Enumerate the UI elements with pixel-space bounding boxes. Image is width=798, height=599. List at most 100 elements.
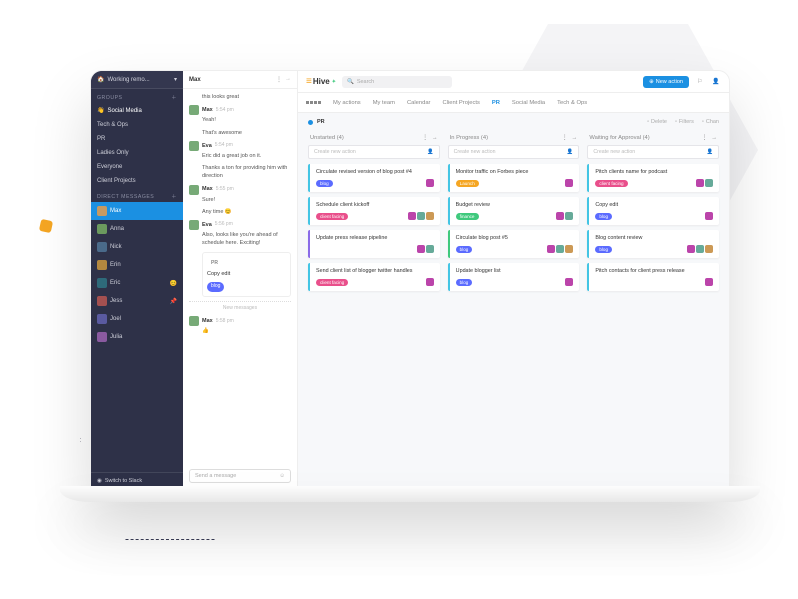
column-title: Unstarted (4)	[310, 135, 344, 141]
create-action-input[interactable]: Create new action 👤	[587, 145, 719, 159]
nav-tab[interactable]: Social Media	[512, 100, 545, 106]
nav-tab[interactable]: My actions	[333, 100, 361, 106]
chat-message: That's awesome	[189, 129, 291, 137]
kanban-card[interactable]: Update blogger listblog	[448, 263, 580, 291]
sidebar-dm-item[interactable]: Nick	[91, 238, 183, 256]
sidebar-dm-item[interactable]: Erin	[91, 256, 183, 274]
plus-icon: ⊕	[649, 79, 654, 85]
nav-tab[interactable]: Client Projects	[442, 100, 479, 106]
avatar	[705, 212, 713, 220]
msg-time: 5:55 pm	[216, 186, 234, 194]
card-tag: client facing	[595, 180, 627, 187]
attachment-tag: blog	[207, 282, 224, 292]
column-collapse-icon[interactable]: →	[572, 135, 578, 141]
kanban-card[interactable]: Update press release pipeline	[308, 230, 440, 258]
brand-logo[interactable]: ≡ Hive ✦	[306, 76, 336, 87]
kanban-card[interactable]: Schedule client kickoffclient facing	[308, 197, 440, 225]
add-group-icon[interactable]: ＋	[171, 94, 177, 101]
create-action-placeholder: Create new action	[593, 149, 635, 155]
sidebar-dm-item[interactable]: Jess📌	[91, 292, 183, 310]
avatar	[426, 179, 434, 187]
assign-icon[interactable]: 👤	[567, 149, 573, 155]
toolbar-action[interactable]: ▫Chan	[702, 119, 719, 125]
notifications-icon[interactable]: ⚐	[695, 77, 705, 87]
dm-status-icon: 📌	[170, 298, 177, 305]
sidebar-dm-item[interactable]: Julia	[91, 328, 183, 346]
card-assignees	[426, 278, 434, 286]
toolbar-action[interactable]: ▫Delete	[647, 119, 667, 125]
search-input[interactable]: 🔍 Search	[342, 76, 452, 88]
card-assignees	[565, 179, 573, 187]
grid-view-icon[interactable]	[306, 101, 321, 104]
dm-label: Anna	[110, 226, 124, 232]
create-action-placeholder: Create new action	[314, 149, 356, 155]
add-dm-icon[interactable]: ＋	[171, 193, 177, 200]
card-title: Circulate blog post #5	[456, 235, 574, 242]
group-label: Tech & Ops	[97, 122, 128, 128]
sidebar-group-item[interactable]: Tech & Ops	[91, 118, 183, 132]
nav-tab[interactable]: PR	[492, 100, 500, 106]
sidebar-group-item[interactable]: Everyone	[91, 160, 183, 174]
avatar	[426, 212, 434, 220]
app-root: 🏠 Working remo... ▾ GROUPS ＋ 👋Social Med…	[91, 71, 729, 489]
msg-user: Max	[202, 317, 213, 325]
nav-tab[interactable]: My team	[373, 100, 395, 106]
create-action-input[interactable]: Create new action👤	[448, 145, 580, 159]
attachment-title: Copy edit	[207, 270, 286, 278]
chat-collapse-icon[interactable]: →	[285, 76, 291, 83]
avatar	[547, 245, 555, 253]
avatar	[189, 316, 199, 326]
column-menu-icon[interactable]: ⋮	[422, 135, 428, 141]
emoji-icon[interactable]: ☺	[279, 473, 285, 479]
card-tag: blog	[595, 246, 612, 253]
user-avatar[interactable]: 👤	[711, 77, 721, 87]
group-label: Ladies Only	[97, 150, 129, 156]
kanban-card[interactable]: Blog content reviewblog	[587, 230, 719, 258]
kanban-card[interactable]: Send client list of blogger twitter hand…	[308, 263, 440, 291]
assign-icon[interactable]: 👤	[707, 149, 713, 155]
assign-icon[interactable]: 👤	[427, 149, 433, 155]
card-assignees	[687, 245, 713, 253]
sidebar-group-item[interactable]: Ladies Only	[91, 146, 183, 160]
kanban-card[interactable]: Pitch contacts for client press release	[587, 263, 719, 291]
workspace-switcher[interactable]: 🏠 Working remo... ▾	[91, 71, 183, 89]
card-tag: blog	[595, 213, 612, 220]
new-action-button[interactable]: ⊕ New action	[643, 76, 689, 88]
column-menu-icon[interactable]: ⋮	[701, 135, 707, 141]
avatar	[97, 296, 107, 306]
sidebar-group-item[interactable]: PR	[91, 132, 183, 146]
sidebar-dm-item[interactable]: Eric😊	[91, 274, 183, 292]
sidebar-dm-item[interactable]: Max	[91, 202, 183, 220]
kanban-card[interactable]: Circulate revised version of blog post #…	[308, 164, 440, 192]
chat-attachment-card[interactable]: PRCopy editblog	[202, 252, 291, 297]
project-color-dot	[308, 120, 313, 125]
card-title: Update blogger list	[456, 268, 574, 275]
card-title: Update press release pipeline	[316, 235, 434, 242]
kanban-card[interactable]: Copy editblog	[587, 197, 719, 225]
msg-user: Eva	[202, 142, 212, 150]
column-menu-icon[interactable]: ⋮	[562, 135, 568, 141]
msg-text: 👍	[202, 327, 291, 335]
kanban-card[interactable]: Budget reviewfinance	[448, 197, 580, 225]
column-collapse-icon[interactable]: →	[711, 135, 717, 141]
toolbar-action[interactable]: ▫Filters	[675, 119, 694, 125]
card-assignees	[696, 179, 713, 187]
sidebar-group-item[interactable]: 👋Social Media	[91, 103, 183, 118]
kanban-card[interactable]: Monitor traffic on Forbes pieceLaunch	[448, 164, 580, 192]
msg-text: Yeah!	[202, 116, 291, 124]
chat-menu-icon[interactable]: ⋮	[276, 76, 282, 83]
column-collapse-icon[interactable]: →	[432, 135, 438, 141]
kanban-card[interactable]: Circulate blog post #5blog	[448, 230, 580, 258]
avatar	[687, 245, 695, 253]
dm-label: Eric	[110, 280, 120, 286]
chat-input[interactable]: Send a message ☺	[189, 469, 291, 483]
sidebar-dm-item[interactable]: Joel	[91, 310, 183, 328]
create-action-input[interactable]: Create new action 👤	[308, 145, 440, 159]
column-title: Waiting for Approval (4)	[589, 135, 649, 141]
sidebar-dm-item[interactable]: Anna	[91, 220, 183, 238]
kanban-card[interactable]: Pitch clients name for podcastclient fac…	[587, 164, 719, 192]
nav-tab[interactable]: Tech & Ops	[557, 100, 587, 106]
nav-tab[interactable]: Calendar	[407, 100, 431, 106]
sidebar-group-item[interactable]: Client Projects	[91, 174, 183, 188]
msg-user: Max	[202, 185, 213, 193]
